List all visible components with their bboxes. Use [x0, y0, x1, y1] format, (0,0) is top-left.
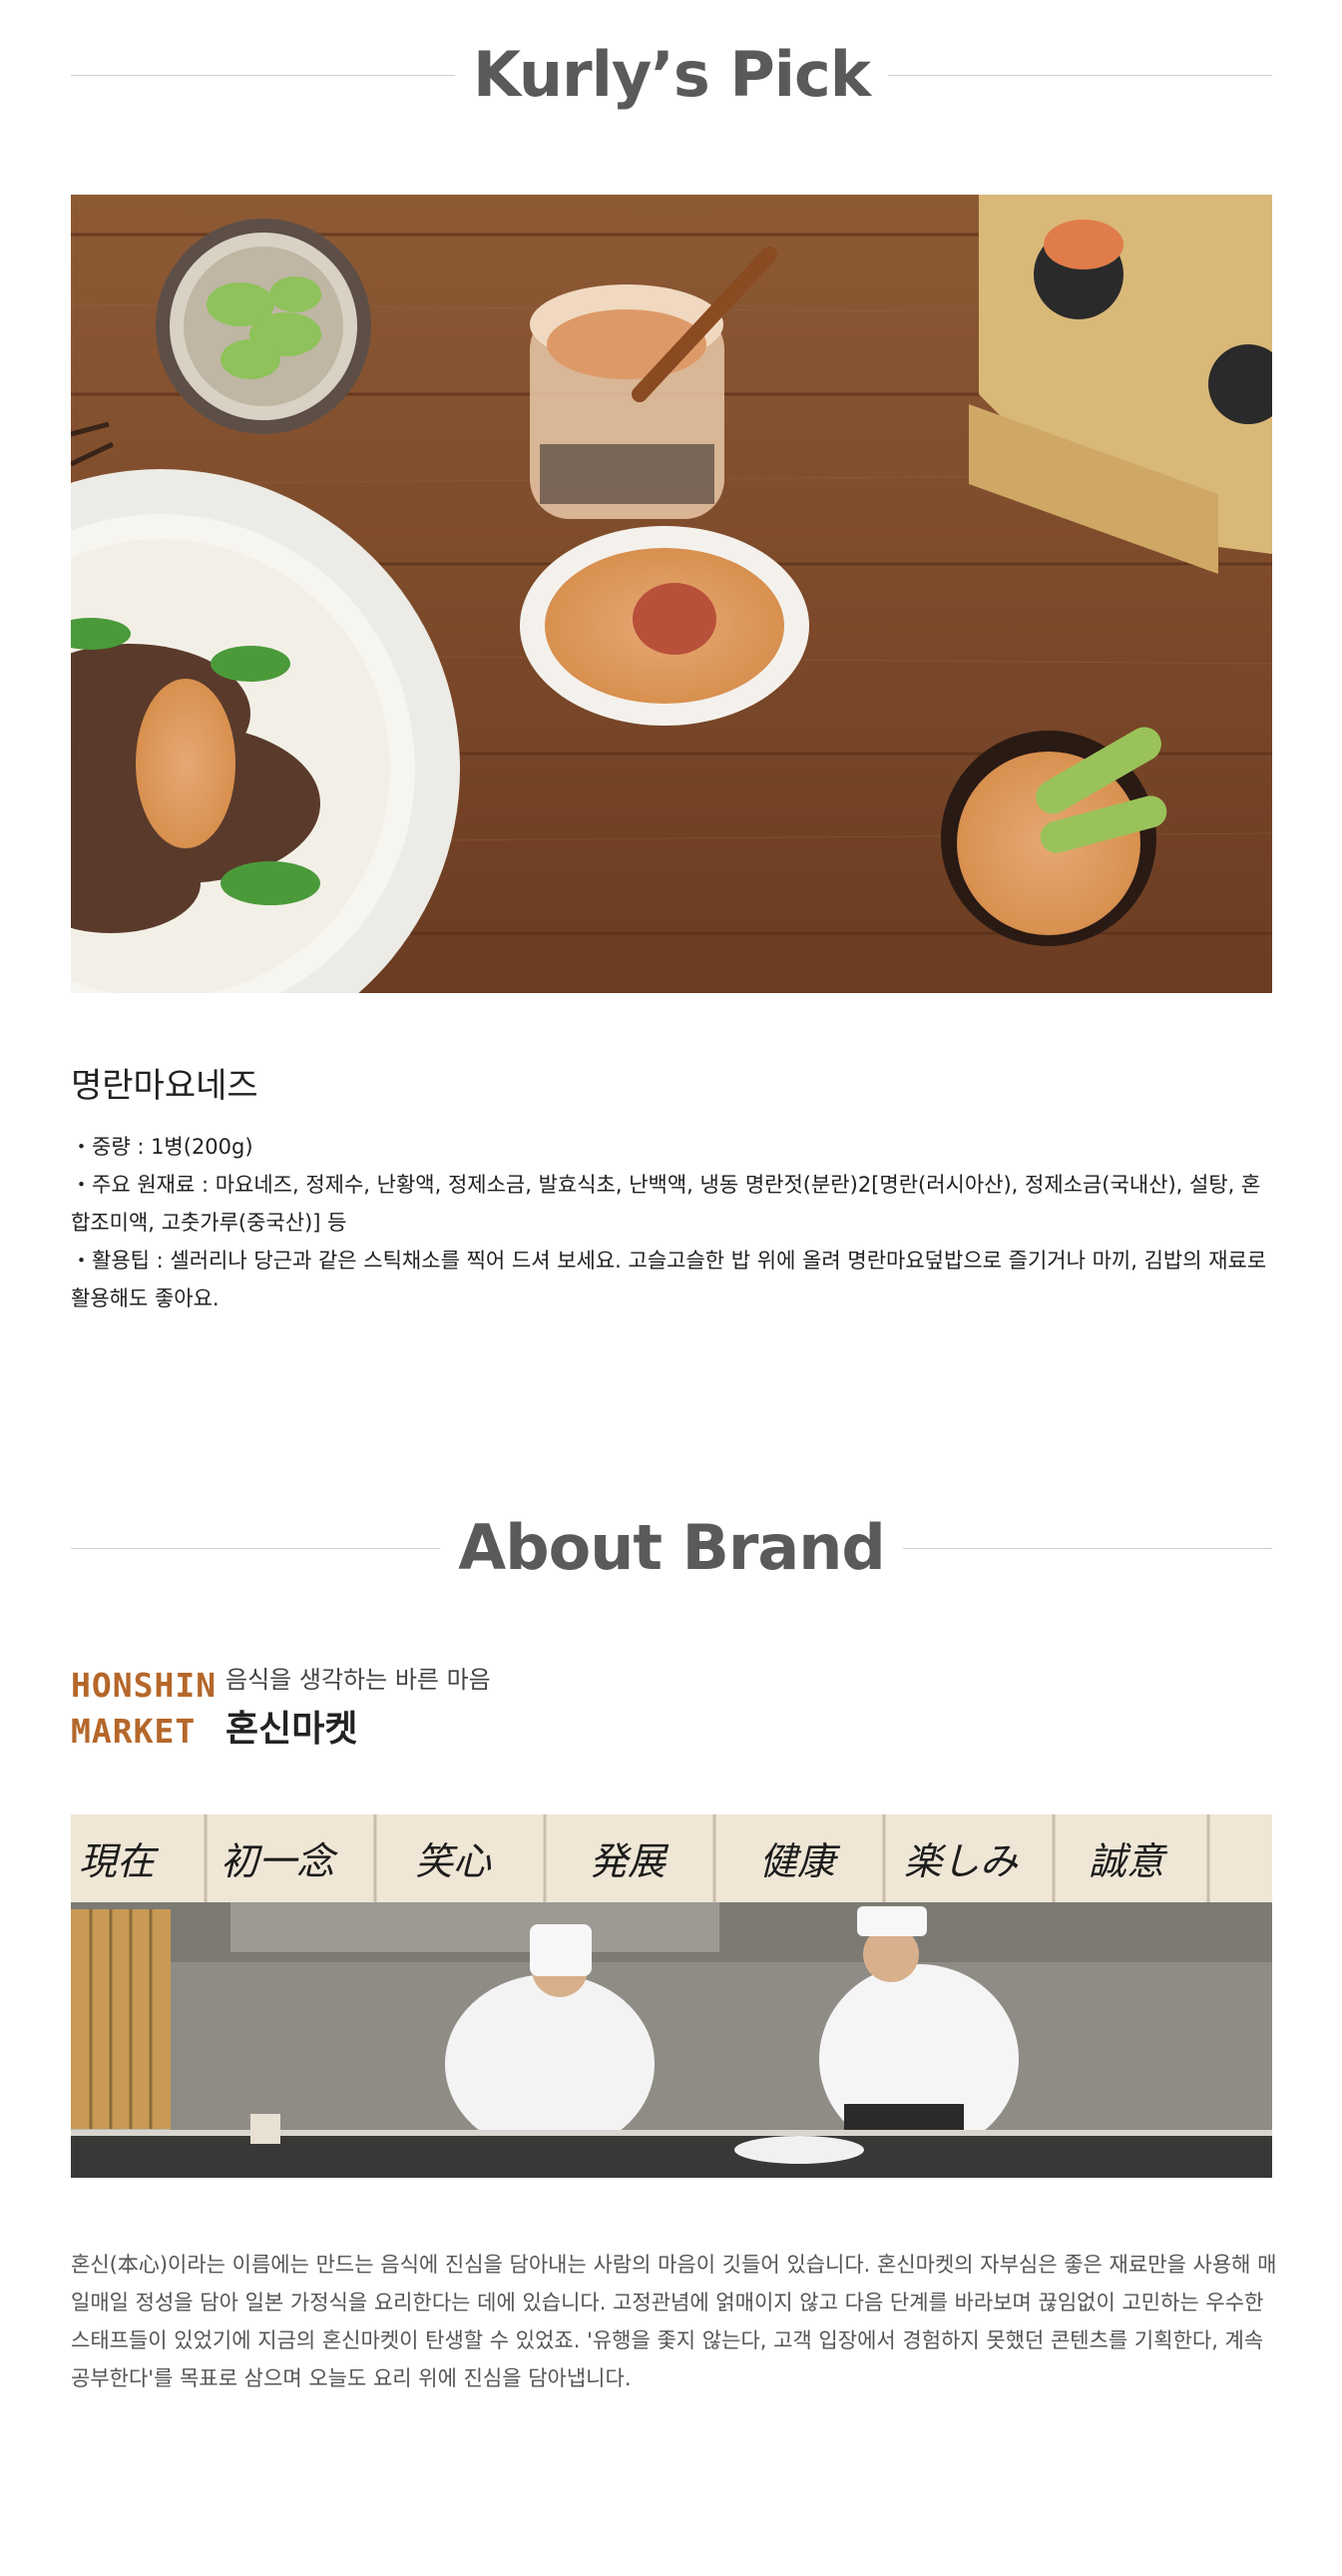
section-title: Kurly’s Pick	[472, 38, 871, 111]
product-details: ・중량 : 1병(200g) ・주요 원재료 : 마요네즈, 정제수, 난황액,…	[71, 1128, 1278, 1317]
divider-right	[888, 74, 1272, 76]
logo-line-1: HONSHIN	[71, 1666, 218, 1705]
about-brand-header: About Brand	[71, 1511, 1273, 1584]
brand-description-text: 혼신(本心)이라는 이름에는 만드는 음식에 진심을 담아내는 사람의 마음이 …	[71, 2253, 1277, 2390]
brand-name: 혼신마켓	[225, 1709, 358, 1750]
noren-label: 健康	[759, 1839, 841, 1883]
brand-description: 혼신(本心)이라는 이름에는 만드는 음식에 진심을 담아내는 사람의 마음이 …	[71, 2246, 1280, 2397]
divider-left	[71, 74, 455, 76]
section-title: About Brand	[458, 1511, 886, 1584]
brand-subtitle: 음식을 생각하는 바른 마음	[225, 1666, 491, 1694]
noren-label: 笑心	[415, 1839, 492, 1883]
divider-left	[71, 1547, 441, 1549]
detail-ingredients: ・주요 원재료 : 마요네즈, 정제수, 난황액, 정제소금, 발효식초, 난백…	[71, 1173, 1261, 1235]
kitchen-photo: 現在 初一念 笑心 発展 健康 楽しみ 誠意	[71, 1814, 1272, 2178]
noren-label: 楽しみ	[904, 1839, 1019, 1883]
honshin-market-logo: HONSHIN MARKET	[71, 1663, 218, 1755]
product-name: 명란마요네즈	[71, 1066, 258, 1106]
noren-label: 初一念	[221, 1839, 338, 1883]
detail-weight: ・중량 : 1병(200g)	[71, 1135, 253, 1159]
product-photo	[71, 195, 1272, 993]
divider-right	[902, 1547, 1273, 1549]
kurlys-pick-header: Kurly’s Pick	[71, 44, 1272, 106]
noren-label: 発展	[590, 1839, 670, 1883]
noren-label: 誠意	[1089, 1839, 1168, 1883]
logo-line-2: MARKET	[71, 1712, 197, 1751]
noren-label: 現在	[79, 1839, 160, 1883]
detail-tip: ・활용팁 : 셀러리나 당근과 같은 스틱채소를 찍어 드셔 보세요. 고슬고슬…	[71, 1249, 1267, 1310]
